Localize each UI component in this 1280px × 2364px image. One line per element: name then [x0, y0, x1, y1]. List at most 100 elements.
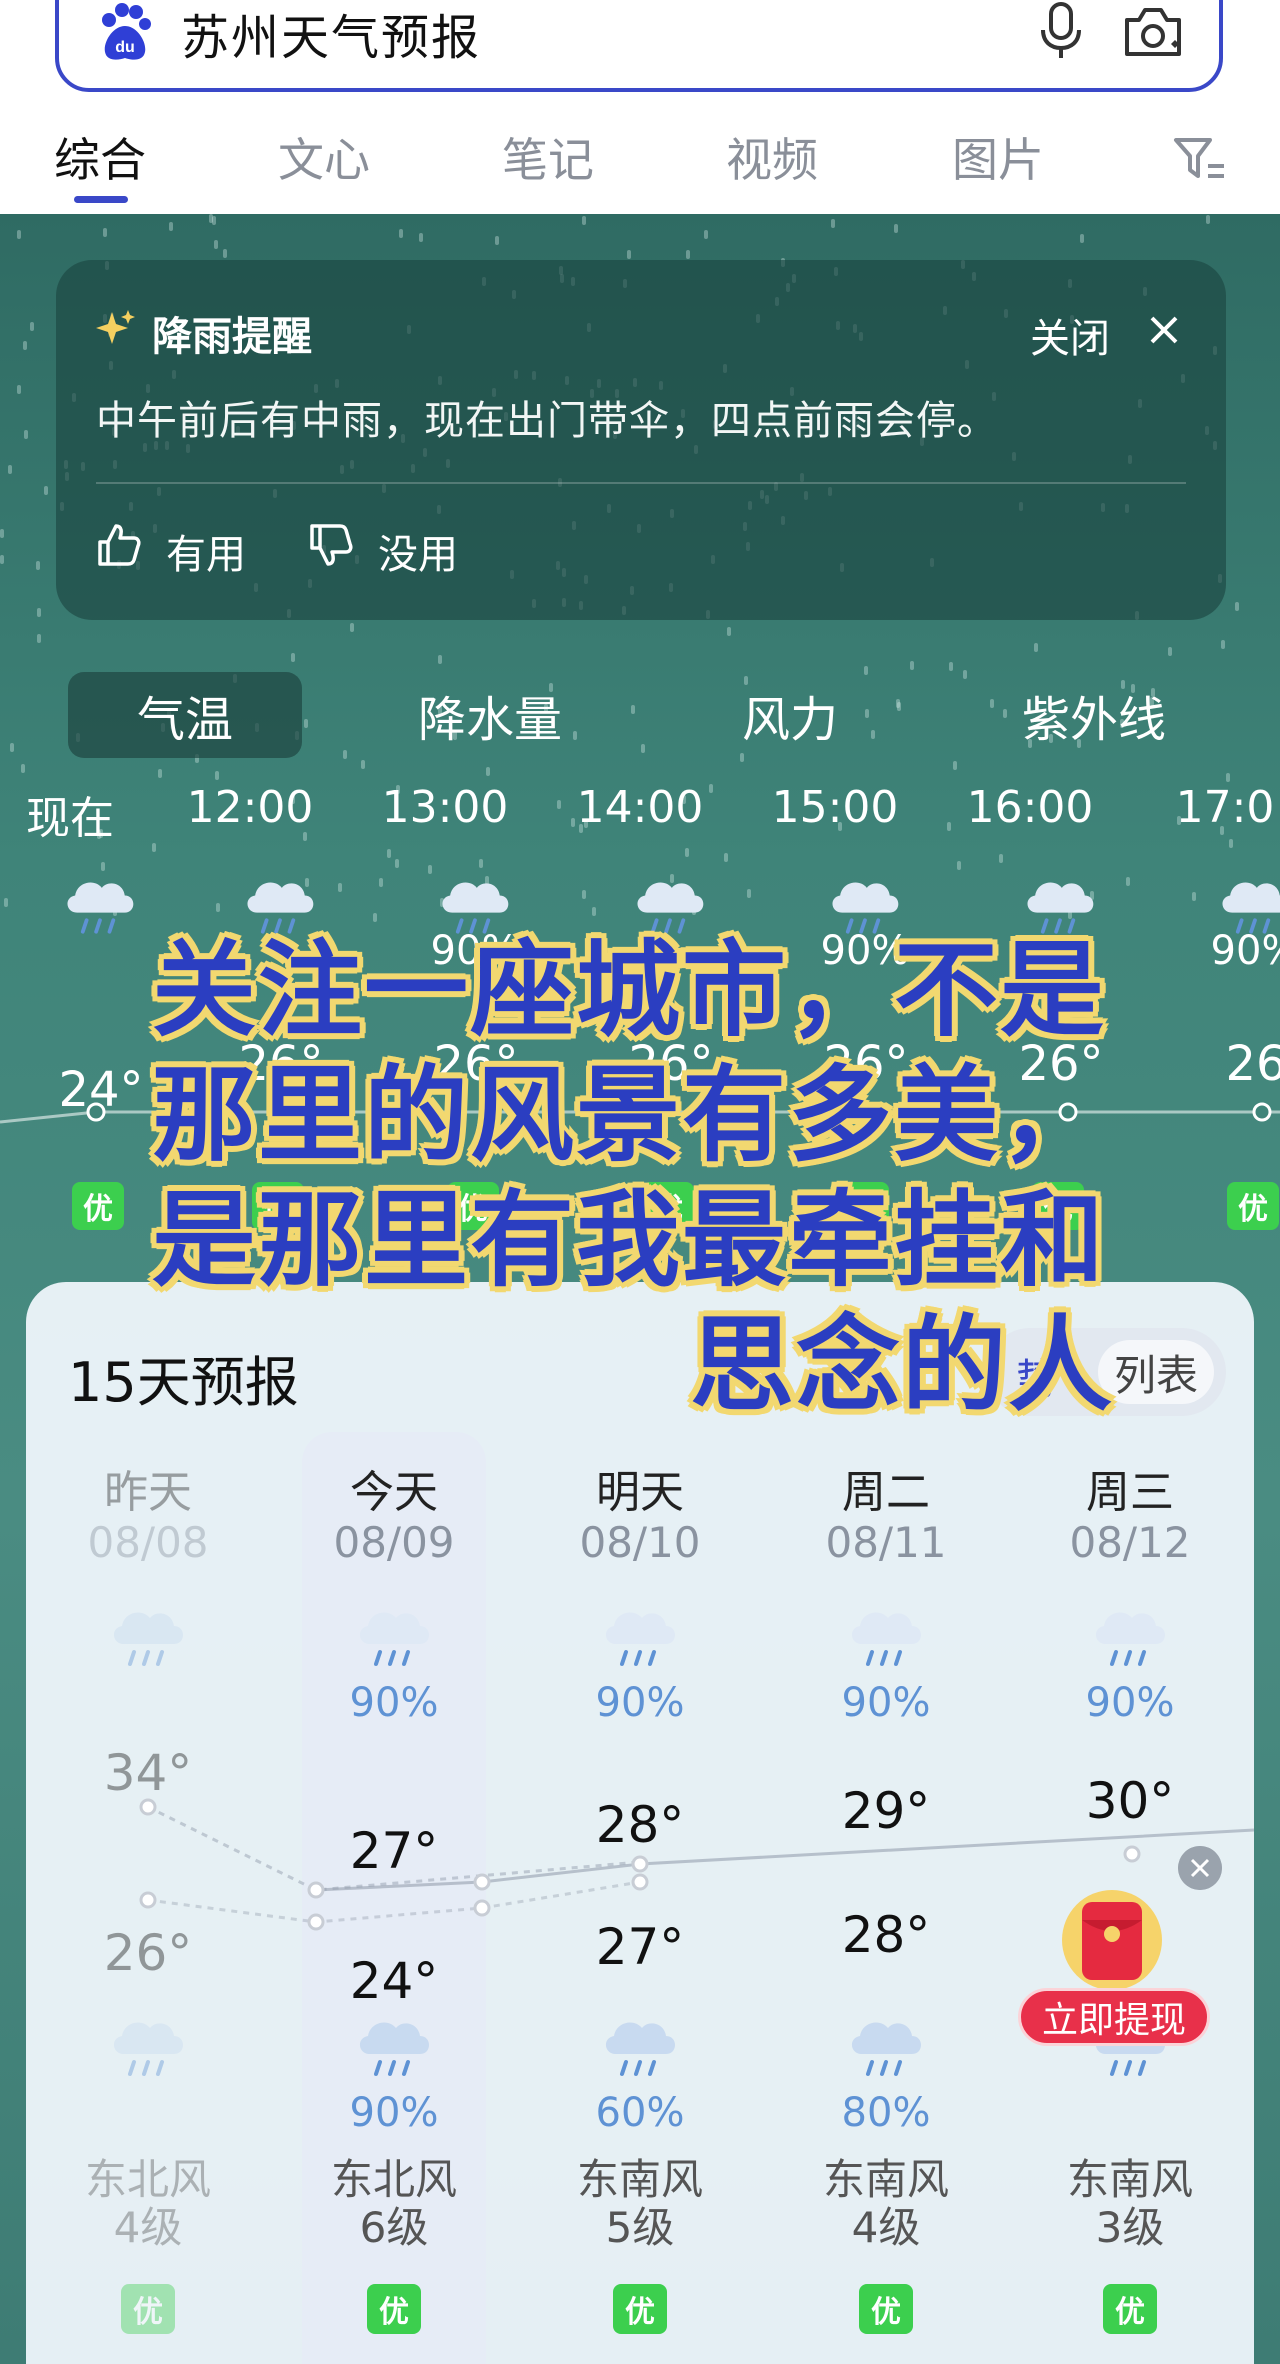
hour-time: 15:00 [771, 782, 899, 833]
raindrop [963, 670, 967, 679]
raindrop [949, 662, 953, 671]
thumbs-down-icon[interactable] [308, 522, 354, 568]
raindrop [10, 743, 14, 752]
raindrop [1168, 647, 1172, 656]
raindrop [428, 865, 432, 874]
raindrop [214, 240, 218, 249]
caption-line-4: 思念的人 [690, 1304, 1115, 1426]
raindrop [0, 529, 4, 538]
raindrop [0, 555, 4, 564]
raindrop [169, 222, 173, 231]
daytime-rain-cloud-icon [605, 1612, 675, 1666]
day-name: 今天 [350, 1467, 438, 1518]
thumbs-up-icon[interactable] [96, 522, 142, 568]
filter-icon[interactable] [1172, 134, 1226, 184]
red-envelope-icon[interactable] [1056, 1890, 1168, 1990]
day-name: 周二 [842, 1467, 930, 1518]
tab-videos[interactable]: 视频 [726, 124, 818, 190]
raindrop [387, 849, 391, 858]
raindrop [343, 750, 347, 759]
raindrop [350, 623, 354, 632]
hour-time: 12:00 [186, 782, 314, 833]
raindrop [495, 236, 499, 245]
raindrop [304, 719, 308, 728]
raindrop [419, 233, 423, 242]
hour-time: 17:0 [1175, 782, 1275, 833]
day-low-temperature: 24° [349, 1952, 439, 2010]
tab-wind[interactable]: 风力 [690, 672, 890, 758]
day-low-temperature: 27° [595, 1918, 685, 1976]
rain-alert-card: 降雨提醒 关闭 中午前后有中雨，现在出门带伞，四点前雨会停。 有用 没用 [56, 260, 1226, 620]
raindrop [1235, 602, 1239, 611]
raindrop [999, 854, 1003, 863]
raindrop [727, 627, 731, 636]
search-box[interactable]: du 苏州天气预报 [55, 0, 1223, 92]
tab-comprehensive[interactable]: 综合 [54, 124, 146, 190]
night-rain-cloud-icon [851, 2022, 921, 2076]
rain-cloud-icon [67, 882, 134, 934]
night-rain-cloud-icon [113, 2022, 183, 2076]
camera-search-icon[interactable] [1121, 4, 1185, 58]
active-tab-indicator [74, 196, 128, 203]
air-quality-badge: 优 [1227, 1182, 1279, 1230]
raindrop [896, 699, 900, 708]
raindrop [215, 771, 219, 780]
tab-uv[interactable]: 紫外线 [994, 672, 1194, 758]
daytime-rain-cloud-icon [113, 1612, 183, 1666]
promo-close-icon[interactable] [1178, 1846, 1222, 1890]
raindrop [582, 890, 586, 899]
day-date: 08/10 [579, 1518, 701, 1567]
hour-time: 13:00 [381, 782, 509, 833]
day-date: 08/09 [333, 1518, 455, 1567]
raindrop [582, 216, 586, 225]
tab-images[interactable]: 图片 [952, 124, 1044, 190]
raindrop [910, 661, 914, 670]
day-date: 08/08 [87, 1518, 209, 1567]
raindrop [361, 760, 365, 769]
raindrop [44, 486, 48, 495]
day-precip-probability: 90% [349, 1680, 439, 1726]
microphone-icon[interactable] [1037, 0, 1085, 60]
forecast-title: 15天预报 [68, 1351, 299, 1414]
night-rain-cloud-icon [605, 2022, 675, 2076]
hour-temperature: 26 [1225, 1036, 1280, 1092]
search-query[interactable]: 苏州天气预报 [181, 0, 481, 68]
raindrop [438, 655, 442, 664]
raindrop [1229, 839, 1233, 848]
withdraw-now-button[interactable]: 立即提现 [1018, 1988, 1210, 2046]
raindrop [1192, 892, 1196, 901]
day-low-temperature: 28° [841, 1906, 931, 1964]
day-name: 明天 [596, 1467, 684, 1518]
list-view-button[interactable]: 列表 [1098, 1340, 1214, 1404]
raindrop [894, 224, 898, 233]
raindrop [30, 322, 34, 331]
raindrop [1206, 215, 1210, 224]
tab-wenxin[interactable]: 文心 [278, 124, 370, 190]
raindrop [704, 230, 708, 239]
divider [96, 482, 1186, 484]
raindrop [831, 219, 835, 228]
day-precip-probability: 90% [595, 1680, 685, 1726]
day-date: 08/11 [825, 1518, 947, 1567]
tab-notes[interactable]: 笔记 [502, 124, 594, 190]
hour-precip-probability: 90% [1210, 928, 1280, 974]
alert-close-button[interactable]: 关闭 [1030, 306, 1110, 364]
raindrop [338, 883, 342, 892]
raindrop [685, 848, 689, 857]
raindrop [724, 853, 728, 862]
close-icon[interactable] [1148, 314, 1180, 346]
day-name: 昨天 [104, 1467, 192, 1518]
raindrop [395, 859, 399, 868]
day-high-temperature: 28° [595, 1796, 685, 1854]
tab-temperature[interactable]: 气温 [68, 672, 302, 758]
tab-precipitation[interactable]: 降水量 [390, 672, 590, 758]
wind-level: 5级 [605, 2203, 675, 2252]
header: du 苏州天气预报 综合 文心 笔记 视频 图片 [0, 0, 1280, 214]
day-high-temperature: 34° [103, 1744, 193, 1802]
raindrop [1126, 877, 1130, 886]
day-high-temperature: 29° [841, 1782, 931, 1840]
sparkle-icon [96, 310, 135, 344]
not-useful-button[interactable]: 没用 [378, 522, 458, 580]
fifteen-day-forecast-card: 15天预报 势 列表 昨天 08/08 34° 26° 东北风 4级优今天 08/09 … [26, 1282, 1254, 2364]
useful-button[interactable]: 有用 [166, 522, 246, 580]
